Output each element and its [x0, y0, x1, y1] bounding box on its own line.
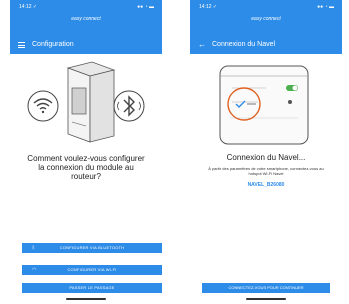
configure-wifi-label: CONFIGURER VIA WI-FI [67, 267, 117, 272]
status-icons: ●● ◔ ▬ [137, 4, 154, 10]
wifi-icon: ◠ [32, 267, 37, 273]
phone-settings-icon [219, 65, 309, 145]
configure-bluetooth-label: CONFIGURER VIA BLUETOOTH [59, 245, 125, 250]
skip-button[interactable]: PASSER LE PASSAGE [22, 283, 162, 293]
brand-logo: easy connect [71, 16, 101, 22]
bluetooth-icon: ᛒ [32, 245, 36, 251]
bluetooth-option-icon [113, 90, 145, 122]
back-arrow-icon[interactable]: ← [198, 40, 206, 49]
menu-icon[interactable] [18, 42, 25, 48]
configure-bluetooth-button[interactable]: ᛒ CONFIGURER VIA BLUETOOTH [22, 243, 162, 253]
wifi-option-icon [27, 90, 59, 122]
connect-continue-label: CONNECTEZ-VOUS POUR CONTINUER [228, 285, 304, 290]
navel-connection-screen: 14:12 ✓ ●● ◔ ▬ easy connect ← Connexion … [190, 0, 342, 304]
page-title: Configuration [32, 41, 74, 48]
status-time: 14:12 ✓ [19, 4, 38, 10]
connect-continue-button[interactable]: CONNECTEZ-VOUS POUR CONTINUER [202, 283, 330, 293]
connection-instructions: À partir des paramètres de votre smartph… [208, 166, 324, 176]
page-title: Connexion du Navel [212, 41, 276, 48]
app-bar: 14:12 ✓ ●● ◔ ▬ easy connect Configuratio… [10, 0, 162, 54]
home-indicator [246, 298, 286, 300]
hotspot-name: NAVEL_B26080 [247, 182, 285, 188]
configure-wifi-button[interactable]: ◠ CONFIGURER VIA WI-FI [22, 265, 162, 275]
configuration-question: Comment voulez-vous configurer la connex… [27, 154, 145, 181]
brand-logo: easy connect [251, 16, 281, 22]
status-icons: ●● ◔ ▬ [317, 4, 334, 10]
home-indicator [66, 298, 106, 300]
stove-illustration [27, 61, 145, 143]
skip-label: PASSER LE PASSAGE [69, 285, 115, 290]
status-time: 14:12 ✓ [199, 4, 218, 10]
configuration-screen: 14:12 ✓ ●● ◔ ▬ easy connect Configuratio… [10, 0, 162, 304]
app-bar: 14:12 ✓ ●● ◔ ▬ easy connect ← Connexion … [190, 0, 342, 54]
stove-icon [66, 61, 116, 143]
connection-heading: Connexion du Navel... [226, 153, 306, 162]
wifi-settings-illustration [219, 65, 309, 145]
